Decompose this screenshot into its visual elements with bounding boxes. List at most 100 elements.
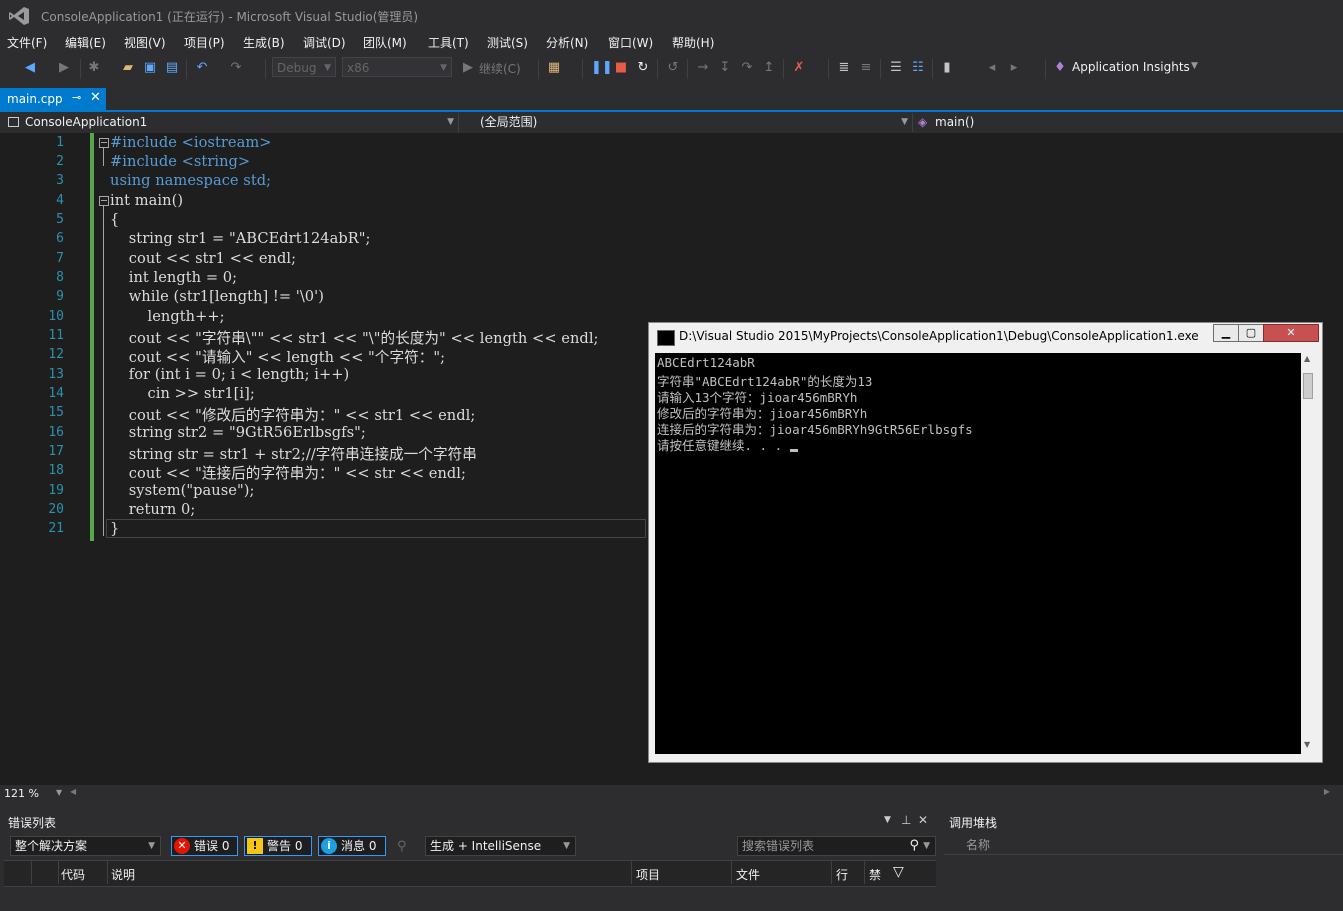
messages-filter-button[interactable]: i 消息 0 — [318, 836, 386, 856]
menu-test[interactable]: 测试(S) — [487, 34, 528, 51]
collapse-icon[interactable] — [99, 138, 109, 148]
console-output[interactable]: ABCEdrt124abR 字符串"ABCEdrt124abR"的长度为13 请… — [655, 353, 1301, 754]
standard-toolbar: ◀ ▶ ✱ ▰ ▣ ▤ ↶ ↷ Debug ▼ x86 ▼ ▶ 继续(C) ▦ ❚❚… — [0, 54, 1343, 84]
uncomment-icon[interactable]: ☷ — [910, 60, 926, 76]
scrollbar-thumb[interactable] — [1303, 373, 1313, 399]
redo-icon[interactable]: ↷ — [228, 60, 244, 76]
close-button[interactable]: ✕ — [1263, 324, 1319, 342]
stop-icon[interactable]: ■ — [613, 60, 629, 76]
code-line: while (str1[length] != '\0') — [110, 288, 324, 305]
error-icon: ✕ — [174, 838, 190, 854]
back-icon[interactable]: ◀ — [22, 60, 38, 76]
format-icon[interactable]: ≡ — [858, 60, 874, 76]
solution-platform-select[interactable]: x86 ▼ — [342, 57, 452, 77]
column-description[interactable]: 说明 — [111, 866, 135, 883]
column-line[interactable]: 行 — [836, 866, 848, 883]
scroll-right-icon[interactable]: ▶ — [1324, 787, 1330, 796]
menu-team[interactable]: 团队(M) — [363, 34, 407, 51]
minimize-button[interactable]: ▁ — [1213, 324, 1239, 342]
code-line: } — [110, 520, 120, 537]
member-select[interactable]: ◈ main() — [914, 113, 1343, 132]
code-line: #include <iostream> — [110, 134, 272, 151]
zoom-select[interactable]: 121 % ▼ — [4, 787, 64, 801]
solution-configuration-select[interactable]: Debug ▼ — [272, 57, 336, 77]
step-into-icon[interactable]: ↧ — [717, 60, 733, 76]
step-out-icon[interactable]: ↥ — [761, 60, 777, 76]
scroll-left-icon[interactable]: ◀ — [70, 787, 76, 796]
column-project[interactable]: 项目 — [636, 866, 660, 883]
collapse-icon[interactable] — [99, 196, 109, 206]
console-vertical-scrollbar[interactable]: ▲ ▼ — [1301, 353, 1316, 754]
menu-window[interactable]: 窗口(W) — [608, 34, 653, 51]
comment-icon[interactable]: ☰ — [888, 60, 904, 76]
line-number: 8 — [56, 270, 64, 285]
show-next-statement-icon[interactable]: → — [695, 60, 711, 76]
current-line-highlight — [106, 519, 646, 538]
line-number: 5 — [56, 212, 64, 227]
search-error-list-input[interactable]: 搜索错误列表 ⚲ ▼ — [737, 836, 936, 856]
new-project-icon[interactable]: ✱ — [86, 60, 102, 76]
application-insights-button[interactable]: Application Insights — [1072, 60, 1190, 74]
horizontal-scrollbar[interactable]: ◀ ▶ — [70, 787, 1330, 799]
column-name[interactable]: 名称 — [966, 836, 990, 853]
prev-bookmark-icon[interactable]: ◂ — [984, 60, 1000, 76]
menu-debug[interactable]: 调试(D) — [303, 34, 346, 51]
save-icon[interactable]: ▣ — [142, 60, 158, 76]
scroll-down-icon[interactable]: ▼ — [1304, 740, 1310, 749]
scope-select[interactable]: (全局范围) ▼ — [460, 113, 913, 132]
project-select[interactable]: ConsoleApplication1 ▼ — [0, 113, 459, 132]
column-code[interactable]: 代码 — [61, 866, 85, 883]
line-number: 21 — [48, 521, 64, 536]
chevron-down-icon: ▼ — [324, 63, 331, 73]
filter-icon[interactable]: ▽ — [893, 864, 904, 880]
open-file-icon[interactable]: ▰ — [120, 60, 136, 76]
close-icon[interactable]: ✕ — [918, 813, 928, 827]
bookmark-icon[interactable]: ▮ — [939, 60, 955, 76]
close-icon[interactable]: ✕ — [90, 90, 101, 105]
menu-view[interactable]: 视图(V) — [124, 34, 166, 51]
pause-icon[interactable]: ❚❚ — [591, 60, 613, 76]
tab-main-cpp[interactable]: main.cpp ⊸ ✕ — [0, 88, 106, 110]
error-list-header — [4, 860, 936, 887]
align-icon[interactable]: ≣ — [836, 60, 852, 76]
scroll-up-icon[interactable]: ▲ — [1304, 354, 1310, 363]
exception-settings-icon[interactable]: ✗ — [791, 60, 807, 76]
pin-icon[interactable]: ⊸ — [72, 91, 81, 104]
step-over-icon[interactable]: ↷ — [739, 60, 755, 76]
pin-icon[interactable]: ⊥ — [901, 813, 911, 827]
errors-filter-button[interactable]: ✕ 错误 0 — [171, 836, 238, 856]
code-line: return 0; — [110, 501, 196, 518]
warnings-filter-button[interactable]: ! 警告 0 — [244, 836, 312, 856]
menu-help[interactable]: 帮助(H) — [672, 34, 714, 51]
continue-button[interactable]: 继续(C) — [479, 60, 521, 77]
column-suppression[interactable]: 禁 — [869, 866, 881, 883]
undo-icon[interactable]: ↶ — [194, 60, 210, 76]
column-file[interactable]: 文件 — [736, 866, 760, 883]
menu-tools[interactable]: 工具(T) — [428, 34, 469, 51]
apply-code-changes-icon[interactable]: ↺ — [665, 60, 681, 76]
menu-project[interactable]: 项目(P) — [184, 34, 225, 51]
build-filter-select[interactable]: 生成 + IntelliSense ▼ — [425, 836, 576, 856]
menu-build[interactable]: 生成(B) — [243, 34, 285, 51]
chevron-down-icon[interactable]: ▼ — [884, 815, 891, 825]
editor-status-bar: 121 % ▼ ◀ ▶ — [0, 785, 1343, 803]
filter-icon[interactable]: ⚲ — [397, 839, 407, 854]
next-bookmark-icon[interactable]: ▸ — [1006, 60, 1022, 76]
save-all-icon[interactable]: ▤ — [164, 60, 180, 76]
code-line: for (int i = 0; i < length; i++) — [110, 366, 350, 383]
maximize-button[interactable]: ▢ — [1238, 324, 1264, 342]
menu-edit[interactable]: 编辑(E) — [65, 34, 106, 51]
line-number: 12 — [48, 347, 64, 362]
search-icon[interactable]: ⚲ — [909, 837, 919, 855]
bottom-panels: 错误列表 ▼ ⊥ ✕ 整个解决方案 ▼ ✕ 错误 0 ! 警告 0 i 消息 0 … — [0, 810, 1343, 911]
line-number: 3 — [56, 173, 64, 188]
chevron-down-icon[interactable]: ▼ — [1191, 61, 1198, 71]
text-cursor — [789, 449, 798, 452]
menu-file[interactable]: 文件(F) — [7, 34, 47, 51]
forward-icon[interactable]: ▶ — [56, 60, 72, 76]
scope-filter-select[interactable]: 整个解决方案 ▼ — [10, 836, 161, 856]
menu-analyze[interactable]: 分析(N) — [546, 34, 588, 51]
restart-icon[interactable]: ↻ — [635, 60, 651, 76]
console-window[interactable]: D:\Visual Studio 2015\MyProjects\Console… — [648, 322, 1323, 763]
attach-icon[interactable]: ▦ — [546, 60, 562, 76]
